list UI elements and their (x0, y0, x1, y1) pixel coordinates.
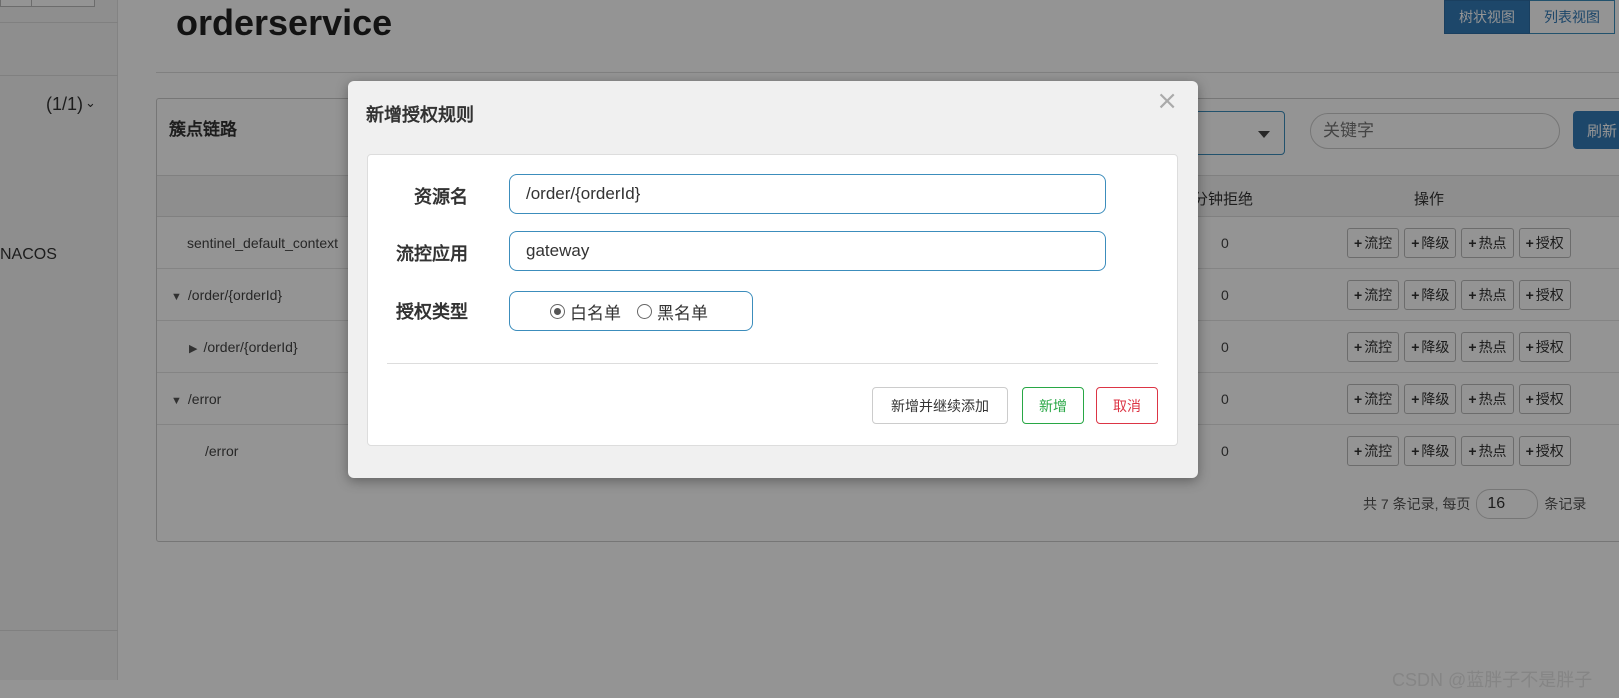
auth-type-radio-group: 白名单 黑名单 (509, 291, 753, 331)
dialog-title: 新增授权规则 (366, 105, 474, 125)
dialog-divider (387, 363, 1158, 364)
limit-app-input[interactable] (509, 231, 1106, 271)
resource-name-label: 资源名 (414, 187, 468, 207)
add-auth-rule-dialog: 新增授权规则 × 资源名 流控应用 授权类型 白名单 黑名单 新增并继续添加 新… (348, 81, 1198, 478)
add-button[interactable]: 新增 (1022, 387, 1084, 424)
limit-app-label: 流控应用 (396, 244, 468, 264)
radio-circle-icon[interactable] (550, 303, 565, 319)
whitelist-label: 白名单 (570, 303, 621, 323)
dialog-body: 资源名 流控应用 授权类型 白名单 黑名单 新增并继续添加 新增 取消 (367, 154, 1178, 446)
whitelist-radio[interactable]: 白名单 (550, 299, 621, 324)
cancel-button[interactable]: 取消 (1096, 387, 1158, 424)
blacklist-label: 黑名单 (657, 303, 708, 323)
radio-circle-icon[interactable] (637, 303, 652, 319)
auth-type-label: 授权类型 (396, 302, 468, 322)
resource-name-input[interactable] (509, 174, 1106, 214)
close-icon[interactable]: × (1150, 87, 1184, 115)
add-and-continue-button[interactable]: 新增并继续添加 (872, 387, 1008, 424)
blacklist-radio[interactable]: 黑名单 (637, 299, 708, 324)
